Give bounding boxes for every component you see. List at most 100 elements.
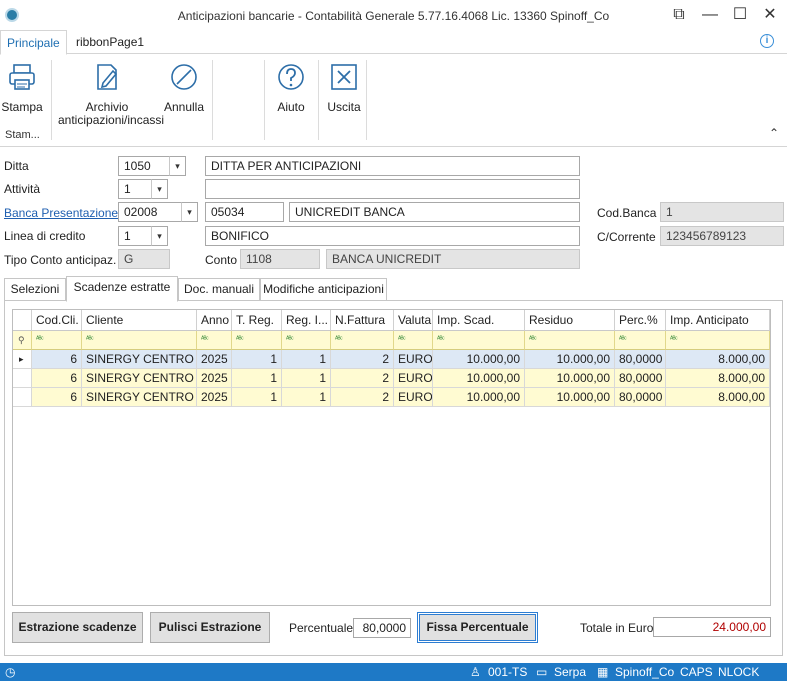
column-header[interactable]: Anno [197, 310, 232, 331]
info-icon[interactable]: i [760, 34, 774, 48]
filter-cell[interactable]: ᴬᴮᶜ [32, 331, 82, 350]
filter-cell[interactable]: ᴬᴮᶜ [331, 331, 394, 350]
annulla-button[interactable]: Annulla [162, 62, 206, 114]
cell[interactable]: 10.000,00 [433, 350, 525, 369]
ditta-code-field[interactable]: 1050 [118, 156, 170, 176]
cell[interactable]: 2025 [197, 369, 232, 388]
filter-cell[interactable]: ᴬᴮᶜ [666, 331, 770, 350]
cell[interactable]: 10.000,00 [433, 369, 525, 388]
close-button[interactable]: ✕ [757, 4, 783, 26]
ditta-name-field: DITTA PER ANTICIPAZIONI [205, 156, 580, 176]
cell[interactable]: 1 [282, 388, 331, 407]
archivio-button[interactable]: Archivio anticipazioni/incassi [58, 62, 164, 127]
filter-cell[interactable]: ᴬᴮᶜ [525, 331, 615, 350]
cell[interactable]: 8.000,00 [666, 369, 770, 388]
linea-credito-field[interactable]: 1 [118, 226, 152, 246]
banca-dropdown-icon[interactable]: ▾ [181, 202, 198, 222]
cell[interactable]: 8.000,00 [666, 350, 770, 369]
fissa-percentuale-button[interactable]: Fissa Percentuale [417, 612, 538, 643]
banca-name-field: UNICREDIT BANCA [289, 202, 580, 222]
tab-selezioni[interactable]: Selezioni [4, 278, 66, 301]
column-header[interactable]: Imp. Anticipato [666, 310, 770, 331]
cell[interactable]: 6 [32, 388, 82, 407]
cell[interactable]: 6 [32, 350, 82, 369]
column-header[interactable]: N.Fattura [331, 310, 394, 331]
cell[interactable]: SINERGY CENTRO S... [82, 388, 197, 407]
cell[interactable]: 80,0000 [615, 350, 666, 369]
cell[interactable]: 1 [282, 369, 331, 388]
scadenze-grid[interactable]: Cod.Cli. Cliente Anno T. Reg. Reg. I... … [12, 309, 771, 606]
cell[interactable]: 1 [232, 350, 282, 369]
cell[interactable]: 8.000,00 [666, 388, 770, 407]
stampa-button[interactable]: Stampa [0, 62, 44, 114]
cell[interactable]: 1 [282, 350, 331, 369]
percentuale-field[interactable]: 80,0000 [353, 618, 411, 638]
cell[interactable]: EURO [394, 369, 433, 388]
maximize-button[interactable]: ☐ [727, 4, 753, 26]
cell[interactable]: 80,0000 [615, 369, 666, 388]
uscita-button[interactable]: Uscita [323, 62, 365, 114]
cell[interactable]: 1 [232, 388, 282, 407]
banca-code-field[interactable]: 02008 [118, 202, 182, 222]
ribbon-separator [318, 60, 319, 140]
cell[interactable]: 80,0000 [615, 388, 666, 407]
tab-scadenze-estratte[interactable]: Scadenze estratte [66, 276, 178, 302]
tab-modifiche-anticipazioni[interactable]: Modifiche anticipazioni [260, 278, 387, 301]
cell[interactable]: EURO [394, 388, 433, 407]
filter-cell[interactable]: ᴬᴮᶜ [232, 331, 282, 350]
tab-ribbonpage1[interactable]: ribbonPage1 [70, 30, 150, 54]
ccorrente-label: C/Corrente [597, 230, 656, 244]
filter-cell[interactable]: ᴬᴮᶜ [615, 331, 666, 350]
annulla-label: Annulla [163, 100, 205, 114]
column-header[interactable]: Residuo [525, 310, 615, 331]
filter-cell[interactable]: ᴬᴮᶜ [82, 331, 197, 350]
cell[interactable]: 10.000,00 [525, 350, 615, 369]
cell[interactable]: SINERGY CENTRO S... [82, 369, 197, 388]
column-header[interactable]: Reg. I... [282, 310, 331, 331]
restore-window-icon[interactable]: ⧉ [666, 4, 692, 26]
totale-euro-label: Totale in Euro [580, 621, 654, 635]
cell[interactable]: 10.000,00 [525, 388, 615, 407]
pulisci-estrazione-button[interactable]: Pulisci Estrazione [150, 612, 270, 643]
column-header[interactable]: Perc.% [615, 310, 666, 331]
filter-cell[interactable]: ᴬᴮᶜ [433, 331, 525, 350]
column-header[interactable]: Imp. Scad. [433, 310, 525, 331]
cell[interactable]: 2 [331, 369, 394, 388]
cell[interactable]: 1 [232, 369, 282, 388]
ditta-dropdown-icon[interactable]: ▾ [169, 156, 186, 176]
column-header[interactable]: Cliente [82, 310, 197, 331]
cell[interactable]: 2025 [197, 388, 232, 407]
column-header[interactable]: Valuta [394, 310, 433, 331]
cell[interactable]: 6 [32, 369, 82, 388]
cell[interactable]: SINERGY CENTRO S... [82, 350, 197, 369]
tipo-conto-label: Tipo Conto anticipaz. [4, 253, 117, 267]
banca-presentazione-link[interactable]: Banca Presentazione [4, 206, 118, 220]
tab-principale[interactable]: Principale [0, 30, 67, 55]
linea-dropdown-icon[interactable]: ▾ [151, 226, 168, 246]
column-header[interactable]: Cod.Cli. [32, 310, 82, 331]
cancel-icon [171, 64, 197, 90]
filter-cell[interactable]: ᴬᴮᶜ [394, 331, 433, 350]
cell[interactable]: 2025 [197, 350, 232, 369]
cell[interactable]: 2 [331, 388, 394, 407]
table-row[interactable]: 6 SINERGY CENTRO S... 2025 1 1 2 EURO 10… [13, 388, 770, 407]
cell[interactable]: 2 [331, 350, 394, 369]
edit-document-icon [97, 64, 118, 90]
collapse-ribbon-icon[interactable]: ⌃ [769, 126, 779, 140]
cell[interactable]: 10.000,00 [525, 369, 615, 388]
codbanca-field: 1 [660, 202, 784, 222]
column-header[interactable]: T. Reg. [232, 310, 282, 331]
aiuto-button[interactable]: Aiuto [270, 62, 312, 114]
tab-doc-manuali[interactable]: Doc. manuali [178, 278, 260, 301]
filter-cell[interactable]: ᴬᴮᶜ [282, 331, 331, 350]
cell[interactable]: 10.000,00 [433, 388, 525, 407]
attivita-field[interactable]: 1 [118, 179, 152, 199]
filter-cell[interactable]: ᴬᴮᶜ [197, 331, 232, 350]
ribbon-separator [51, 60, 52, 140]
attivita-dropdown-icon[interactable]: ▾ [151, 179, 168, 199]
estrazione-scadenze-button[interactable]: Estrazione scadenze [12, 612, 143, 643]
cell[interactable]: EURO [394, 350, 433, 369]
minimize-button[interactable]: — [697, 4, 723, 26]
table-row[interactable]: ▸ 6 SINERGY CENTRO S... 2025 1 1 2 EURO … [13, 350, 770, 369]
table-row[interactable]: 6 SINERGY CENTRO S... 2025 1 1 2 EURO 10… [13, 369, 770, 388]
